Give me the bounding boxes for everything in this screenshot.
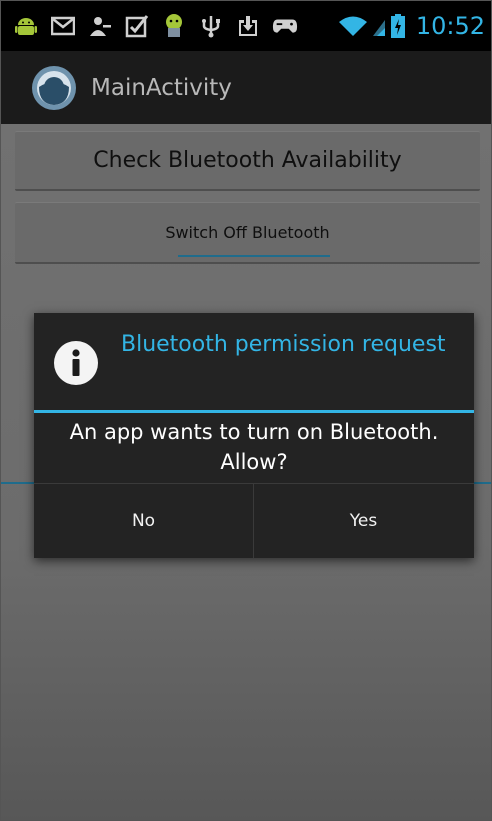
no-button[interactable]: No <box>34 484 253 558</box>
notification-icons <box>13 13 298 39</box>
switch-off-bluetooth-button[interactable]: Switch Off Bluetooth <box>15 202 480 264</box>
app-title: MainActivity <box>91 74 232 101</box>
button-focus-underline <box>178 255 330 257</box>
android-app-icon <box>161 13 187 39</box>
app-icon[interactable] <box>31 65 77 111</box>
dialog-title: Bluetooth permission request <box>121 332 446 357</box>
status-bar: 10:52 <box>1 1 491 51</box>
system-status-icons: 10:52 <box>338 12 485 40</box>
download-icon <box>235 13 261 39</box>
clipboard-check-icon <box>124 13 150 39</box>
android-icon <box>13 13 39 39</box>
wifi-icon <box>338 13 368 39</box>
action-bar: MainActivity <box>1 51 491 124</box>
check-bluetooth-availability-label: Check Bluetooth Availability <box>93 148 402 173</box>
yes-button[interactable]: Yes <box>254 484 473 558</box>
info-icon <box>54 341 98 385</box>
no-button-label: No <box>131 511 156 531</box>
status-clock: 10:52 <box>415 12 485 40</box>
usb-icon <box>198 13 224 39</box>
yes-button-label: Yes <box>349 511 378 531</box>
bluetooth-permission-dialog: Bluetooth permission request An app want… <box>34 313 474 558</box>
switch-off-bluetooth-label: Switch Off Bluetooth <box>165 223 330 242</box>
gmail-icon <box>50 13 76 39</box>
account-icon <box>87 13 113 39</box>
signal-icon <box>372 13 386 39</box>
check-bluetooth-availability-button[interactable]: Check Bluetooth Availability <box>15 131 480 191</box>
battery-charging-icon <box>390 13 406 39</box>
dialog-title-divider <box>34 410 474 413</box>
dialog-message: An app wants to turn on Bluetooth. Allow… <box>69 420 439 474</box>
game-controller-icon <box>272 13 298 39</box>
phone-screen: 10:52 MainActivity Check Bluetooth Avail… <box>0 0 492 821</box>
dialog-header: Bluetooth permission request <box>34 313 474 410</box>
